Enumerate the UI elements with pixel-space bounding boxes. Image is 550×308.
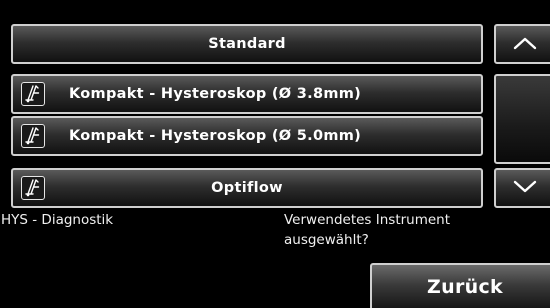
- procedure-mode-text: HYS - Diagnostik: [1, 212, 114, 228]
- instrument-button-optiflow[interactable]: Optiflow: [11, 168, 483, 208]
- scroll-up-button[interactable]: [494, 24, 550, 64]
- instrument-label: Standard: [208, 36, 286, 52]
- instrument-label: Kompakt - Hysteroskop (Ø 5.0mm): [69, 128, 362, 144]
- instrument-question-line1: Verwendetes Instrument: [284, 212, 451, 228]
- instrument-button-standard[interactable]: Standard: [11, 24, 483, 64]
- hysteroscope-icon: [21, 124, 45, 148]
- scroll-down-button[interactable]: [494, 168, 550, 208]
- instrument-label: Optiflow: [211, 180, 283, 196]
- instrument-label: Kompakt - Hysteroskop (Ø 3.8mm): [69, 86, 362, 102]
- chevron-up-icon: [512, 35, 538, 54]
- instrument-question-line2: ausgewählt?: [284, 232, 369, 248]
- back-button-label: Zurück: [427, 276, 503, 298]
- hysteroscope-icon: [21, 82, 45, 106]
- chevron-down-icon: [512, 179, 538, 198]
- scrollbar-track[interactable]: [494, 74, 550, 164]
- back-button[interactable]: Zurück: [370, 263, 550, 308]
- instrument-button-kompakt-3-8[interactable]: Kompakt - Hysteroskop (Ø 3.8mm): [11, 74, 483, 114]
- instrument-button-kompakt-5-0[interactable]: Kompakt - Hysteroskop (Ø 5.0mm): [11, 116, 483, 156]
- instrument-selection-screen: Standard Kompakt - Hysteroskop (Ø 3.8mm)…: [0, 0, 550, 308]
